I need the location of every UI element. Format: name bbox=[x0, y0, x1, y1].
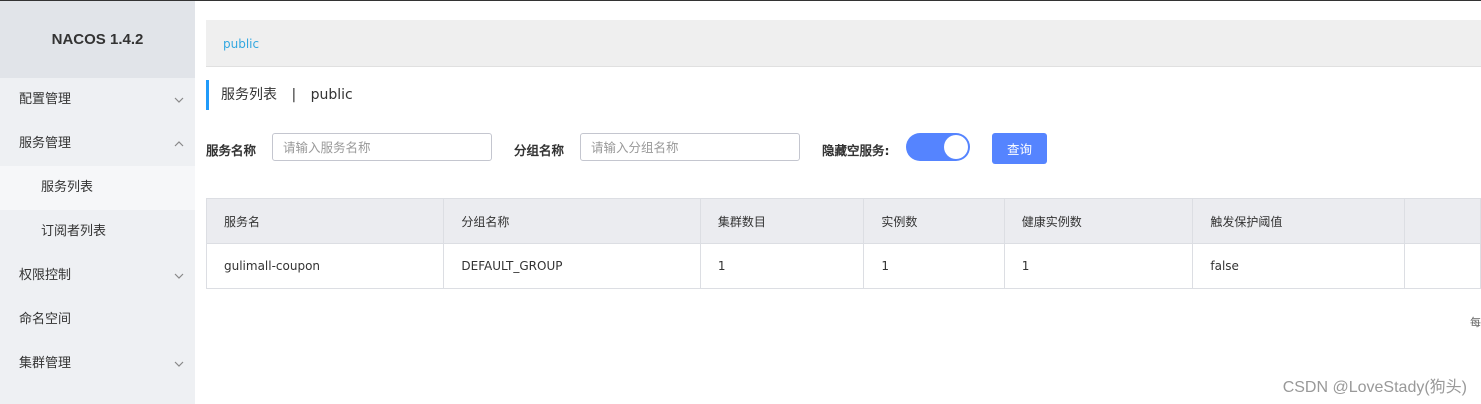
page-title-separator: | bbox=[291, 87, 297, 103]
sidebar-item-label: 命名空间 bbox=[19, 312, 72, 327]
cell-healthy-instance-count: 1 bbox=[1003, 243, 1194, 289]
page-title-namespace: public bbox=[310, 87, 353, 103]
sidebar-item-subscriber-list[interactable]: 订阅者列表 bbox=[0, 210, 195, 254]
group-name-input[interactable] bbox=[580, 133, 800, 161]
sidebar-item-label: 集群管理 bbox=[19, 356, 72, 371]
sidebar-item-label: 配置管理 bbox=[19, 92, 72, 107]
cell-service-name: gulimall-coupon bbox=[205, 243, 445, 289]
column-header-service-name: 服务名 bbox=[205, 198, 445, 244]
main-content: public 服务列表 | public 服务名称 分组名称 隐藏空服务: 查询… bbox=[195, 1, 1481, 404]
cell-actions bbox=[1403, 243, 1481, 289]
service-table: 服务名 分组名称 集群数目 实例数 健康实例数 触发保护阈值 gulimall-… bbox=[205, 198, 1481, 289]
sidebar-item-namespace[interactable]: 命名空间 bbox=[0, 298, 195, 342]
cell-protect-threshold: false bbox=[1192, 243, 1405, 289]
hide-empty-services-label: 隐藏空服务: bbox=[822, 143, 890, 158]
sidebar-item-cluster-management[interactable]: 集群管理 bbox=[0, 342, 195, 386]
hide-empty-services-toggle[interactable] bbox=[906, 133, 970, 161]
toggle-knob bbox=[944, 135, 968, 159]
group-name-label: 分组名称 bbox=[514, 143, 565, 158]
sidebar-item-config-management[interactable]: 配置管理 bbox=[0, 78, 195, 122]
namespace-bar: public bbox=[206, 20, 1481, 67]
chevron-up-icon bbox=[173, 122, 185, 166]
column-header-healthy-instance-count: 健康实例数 bbox=[1003, 198, 1194, 244]
sidebar: NACOS 1.4.2 配置管理 服务管理 服务列表 订阅者列表 权限控制 命名… bbox=[0, 1, 195, 404]
pagination-page-size-label: 每 bbox=[1470, 316, 1481, 329]
sidebar-item-label: 订阅者列表 bbox=[41, 224, 107, 239]
cell-cluster-count: 1 bbox=[699, 243, 865, 289]
app-logo: NACOS 1.4.2 bbox=[0, 1, 195, 78]
namespace-link-public[interactable]: public bbox=[223, 37, 259, 51]
column-header-cluster-count: 集群数目 bbox=[699, 198, 865, 244]
chevron-down-icon bbox=[173, 342, 185, 386]
table-header-row: 服务名 分组名称 集群数目 实例数 健康实例数 触发保护阈值 bbox=[205, 198, 1481, 244]
page-title-text: 服务列表 bbox=[221, 87, 277, 103]
chevron-down-icon bbox=[173, 78, 185, 122]
column-header-group-name: 分组名称 bbox=[443, 198, 701, 244]
sidebar-item-service-list[interactable]: 服务列表 bbox=[0, 166, 195, 210]
cell-instance-count: 1 bbox=[863, 243, 1005, 289]
sidebar-item-access-control[interactable]: 权限控制 bbox=[0, 254, 195, 298]
query-button[interactable]: 查询 bbox=[992, 133, 1047, 164]
column-header-protect-threshold: 触发保护阈值 bbox=[1192, 198, 1405, 244]
cell-group-name: DEFAULT_GROUP bbox=[443, 243, 701, 289]
table-row: gulimall-coupon DEFAULT_GROUP 1 1 1 fals… bbox=[205, 243, 1481, 289]
service-name-input[interactable] bbox=[272, 133, 492, 161]
sidebar-item-service-management[interactable]: 服务管理 bbox=[0, 122, 195, 166]
watermark: CSDN @LoveStady(狗头) bbox=[1282, 379, 1467, 396]
sidebar-item-label: 权限控制 bbox=[19, 268, 72, 283]
service-name-label: 服务名称 bbox=[206, 143, 257, 158]
sidebar-item-label: 服务列表 bbox=[41, 180, 94, 195]
page-title: 服务列表 | public bbox=[206, 80, 353, 110]
column-header-instance-count: 实例数 bbox=[863, 198, 1005, 244]
sidebar-item-label: 服务管理 bbox=[19, 136, 72, 151]
column-header-actions bbox=[1403, 198, 1481, 244]
chevron-down-icon bbox=[173, 254, 185, 298]
